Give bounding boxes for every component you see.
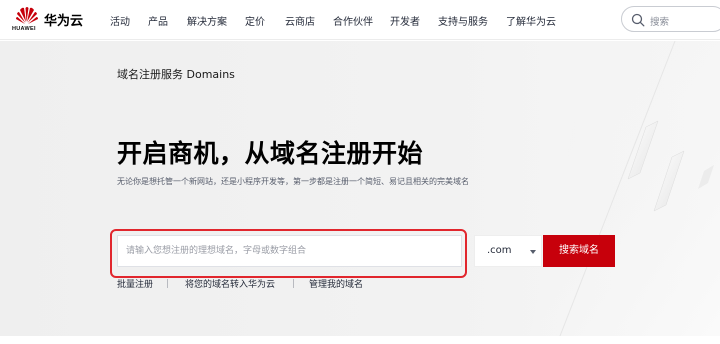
nav-item-marketplace[interactable]: 云商店 (285, 13, 315, 28)
search-icon (631, 13, 645, 27)
brand-name[interactable]: 华为云 (44, 10, 83, 29)
link-divider (293, 279, 294, 288)
manage-domains-link[interactable]: 管理我的域名 (309, 277, 363, 290)
nav-item-products[interactable]: 产品 (148, 13, 168, 28)
nav-item-about[interactable]: 了解华为云 (506, 13, 556, 28)
nav-item-partners[interactable]: 合作伙伴 (333, 13, 373, 28)
hero-title: 开启商机，从域名注册开始 (117, 139, 424, 168)
search-placeholder: 搜索 (650, 17, 670, 28)
domain-suffix-value: .com (487, 245, 512, 256)
page-breadcrumb: 域名注册服务 Domains (117, 68, 235, 81)
domain-search-input[interactable] (117, 235, 462, 267)
page-bottom-edge (0, 336, 720, 344)
domain-suffix-select[interactable]: .com (474, 235, 542, 267)
nav-item-support[interactable]: 支持与服务 (438, 13, 488, 28)
top-navigation-bar: HUAWEI 华为云 活动 产品 解决方案 定价 云商店 合作伙伴 开发者 支持… (0, 0, 720, 40)
chevron-down-icon (530, 250, 536, 254)
domain-hero-banner: 域名注册服务 Domains 开启商机，从域名注册开始 无论你是想托管一个新网站… (0, 41, 720, 336)
nav-item-developers[interactable]: 开发者 (390, 13, 420, 28)
link-divider (167, 279, 168, 288)
nav-item-solutions[interactable]: 解决方案 (187, 13, 227, 28)
bulk-register-link[interactable]: 批量注册 (117, 277, 153, 290)
huawei-logo[interactable]: HUAWEI (12, 5, 42, 33)
logo-wordmark: HUAWEI (12, 26, 36, 32)
nav-item-activities[interactable]: 活动 (110, 13, 130, 28)
decorative-slash-graphic (530, 41, 720, 336)
nav-item-pricing[interactable]: 定价 (245, 13, 265, 28)
huawei-petal-logo-icon (16, 7, 38, 24)
site-search-box[interactable]: 搜索 (621, 6, 720, 32)
search-domain-button[interactable]: 搜索域名 (543, 235, 615, 267)
hero-subtitle: 无论你是想托管一个新网站，还是小程序开发等，第一步都是注册一个简短、易记且相关的… (117, 177, 469, 186)
transfer-domain-link[interactable]: 将您的域名转入华为云 (185, 277, 275, 290)
